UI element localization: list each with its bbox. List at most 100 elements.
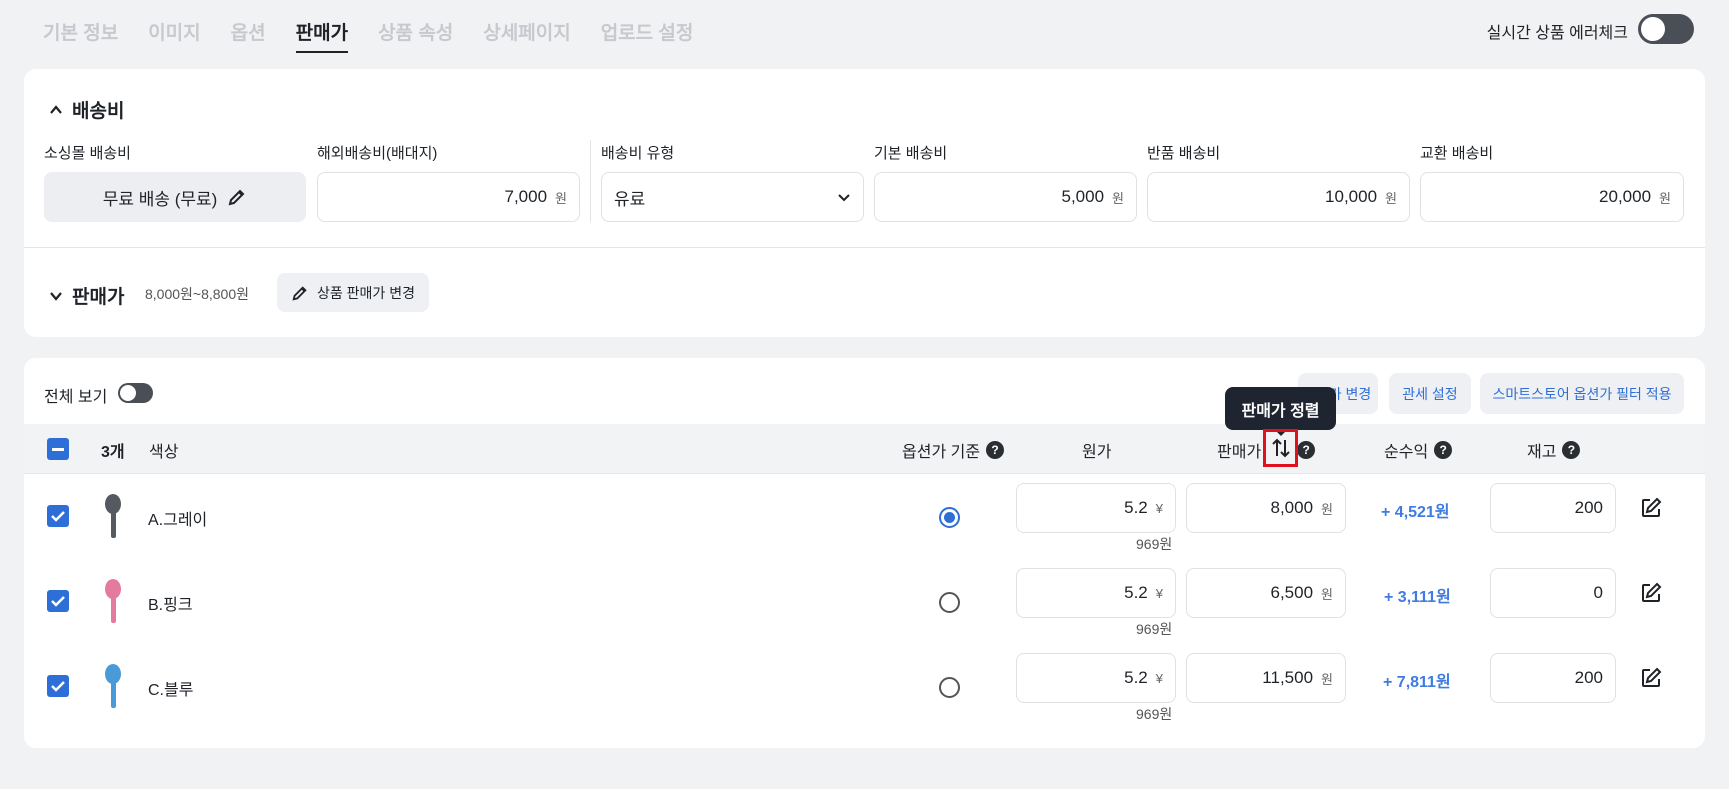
tab-bar: 기본 정보 이미지 옵션 판매가 상품 속성 상세페이지 업로드 설정 (43, 18, 693, 53)
return-shipping-input[interactable]: 10,000 원 (1147, 172, 1410, 222)
option-name: B.핑크 (148, 597, 193, 614)
option-name: A.그레이 (148, 512, 208, 529)
won-unit: 원 (555, 190, 567, 206)
tariff-settings-button[interactable]: 관세 설정 (1389, 373, 1471, 414)
product-thumbnail (92, 490, 132, 542)
option-base-radio[interactable] (939, 507, 960, 528)
divider (24, 247, 1705, 248)
row-checkbox[interactable] (47, 590, 69, 612)
sort-arrows-icon (1271, 438, 1290, 458)
edit-icon[interactable] (1639, 496, 1663, 520)
check-icon (51, 511, 65, 522)
option-base-header: 옵션가 기준? (902, 438, 1005, 462)
option-base-radio[interactable] (939, 677, 960, 698)
cost-input[interactable]: 5.2 ¥ (1016, 483, 1176, 533)
sourcing-shipping-value: 무료 배송 (무료) (102, 189, 218, 209)
help-icon[interactable]: ? (1434, 441, 1453, 459)
sale-price-input[interactable]: 6,500 원 (1186, 568, 1346, 618)
select-all-checkbox[interactable] (47, 438, 69, 460)
option-count: 3개 (101, 444, 125, 461)
change-sale-price-button[interactable]: 상품 판매가 변경 (277, 273, 429, 312)
help-icon[interactable]: ? (986, 441, 1005, 459)
help-icon[interactable]: ? (1297, 441, 1316, 459)
won-unit: 원 (1321, 586, 1333, 602)
check-icon (51, 596, 65, 607)
sale-price-label: 판매가 (1217, 444, 1262, 461)
sale-price-input[interactable]: 8,000 원 (1186, 483, 1346, 533)
edit-icon[interactable] (1639, 666, 1663, 690)
option-base-label: 옵션가 기준 (902, 444, 981, 461)
price-title: 판매가 (72, 287, 125, 308)
product-thumbnail (92, 575, 132, 627)
overseas-shipping-input[interactable]: 7,000 원 (317, 172, 580, 222)
won-unit: 원 (1112, 190, 1124, 206)
cost-input[interactable]: 5.2 ¥ (1016, 568, 1176, 618)
sort-price-button[interactable] (1263, 429, 1298, 467)
cost-krw: 969원 (1136, 706, 1173, 722)
shipping-section-header[interactable]: 배송비 (50, 96, 124, 123)
view-all-toggle[interactable] (118, 383, 153, 403)
shipping-type-label: 배송비 유형 (601, 145, 675, 162)
chevron-down-icon (838, 194, 850, 202)
tab-basic-info[interactable]: 기본 정보 (43, 18, 118, 53)
cost-input[interactable]: 5.2 ¥ (1016, 653, 1176, 703)
minus-icon (52, 447, 64, 451)
basic-shipping-value: 5,000 (1061, 187, 1105, 206)
error-check-toggle[interactable] (1638, 14, 1694, 44)
overseas-shipping-value: 7,000 (504, 187, 548, 206)
shipping-type-value: 유료 (614, 189, 646, 209)
net-profit-value: + 7,811원 (1383, 674, 1451, 691)
basic-shipping-input[interactable]: 5,000 원 (874, 172, 1137, 222)
return-shipping-label: 반품 배송비 (1147, 145, 1221, 162)
row-checkbox[interactable] (47, 675, 69, 697)
tab-image[interactable]: 이미지 (148, 18, 200, 53)
cost-krw: 969원 (1136, 536, 1173, 552)
stock-input[interactable]: 200 (1490, 483, 1616, 533)
yuan-unit: ¥ (1155, 500, 1163, 516)
tab-options[interactable]: 옵션 (231, 18, 266, 53)
sourcing-shipping-button[interactable]: 무료 배송 (무료) (44, 172, 306, 222)
net-profit-value: + 4,521원 (1381, 504, 1450, 521)
product-thumbnail (92, 660, 132, 712)
sourcing-shipping-label: 소싱몰 배송비 (44, 145, 131, 162)
price-section-header[interactable]: 판매가 (50, 282, 124, 309)
return-shipping-value: 10,000 (1325, 187, 1378, 206)
smartstore-filter-button[interactable]: 스마트스토어 옵션가 필터 적용 (1480, 373, 1684, 414)
yuan-unit: ¥ (1155, 585, 1163, 601)
exchange-shipping-label: 교환 배송비 (1420, 145, 1494, 162)
won-unit: 원 (1321, 671, 1333, 687)
tariff-settings-label: 관세 설정 (1402, 385, 1458, 402)
divider (590, 140, 591, 222)
tab-upload-settings[interactable]: 업로드 설정 (601, 18, 694, 53)
sale-price-value: 11,500 (1262, 668, 1314, 687)
stock-input[interactable]: 0 (1490, 568, 1616, 618)
shipping-title: 배송비 (72, 101, 125, 122)
shipping-type-select[interactable]: 유료 (601, 172, 864, 222)
price-range: 8,000원~8,800원 (145, 286, 250, 302)
sale-price-value: 6,500 (1270, 583, 1314, 602)
sort-tooltip: 판매가 정렬 (1225, 387, 1336, 436)
tab-sale-price[interactable]: 판매가 (295, 18, 349, 53)
row-checkbox[interactable] (47, 505, 69, 527)
chevron-up-icon (50, 104, 62, 114)
option-name: C.블루 (148, 682, 194, 699)
won-unit: 원 (1385, 190, 1397, 206)
tab-detail-page[interactable]: 상세페이지 (483, 18, 570, 53)
tab-product-attributes[interactable]: 상품 속성 (378, 18, 453, 53)
stock-input[interactable]: 200 (1490, 653, 1616, 703)
stock-value: 200 (1574, 498, 1603, 517)
option-base-radio[interactable] (939, 592, 960, 613)
net-profit-label: 순수익 (1384, 444, 1429, 461)
edit-icon[interactable] (1639, 581, 1663, 605)
sale-price-input[interactable]: 11,500 원 (1186, 653, 1346, 703)
cost-value: 5.2 (1124, 498, 1148, 517)
check-icon (51, 681, 65, 692)
pencil-icon (228, 189, 245, 206)
won-unit: 원 (1659, 190, 1671, 206)
stock-label: 재고 (1527, 444, 1557, 461)
exchange-shipping-input[interactable]: 20,000 원 (1420, 172, 1684, 222)
options-table-header: 3개 색상 옵션가 기준? 원가 판매가? 순수익? 재고? (24, 424, 1705, 474)
help-icon[interactable]: ? (1562, 441, 1581, 459)
cost-header: 원가 (1082, 444, 1112, 461)
net-profit-header: 순수익? (1384, 438, 1453, 462)
